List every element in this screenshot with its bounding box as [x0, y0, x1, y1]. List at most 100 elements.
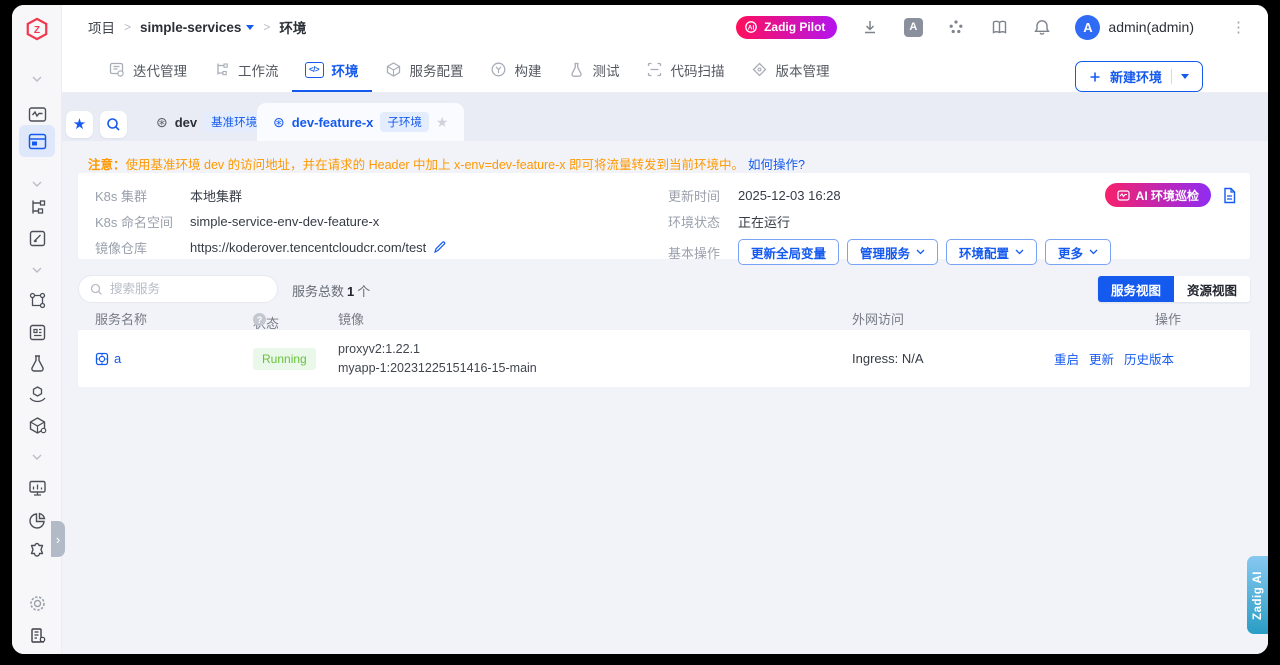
service-status-cell: Running	[253, 330, 316, 387]
tab-version-management[interactable]: 版本管理	[738, 49, 843, 92]
button-label: 管理服务	[860, 243, 910, 262]
view-toggle: 服务视图 资源视图	[1098, 276, 1250, 302]
apps-dots-icon[interactable]	[946, 17, 966, 37]
ingress-value: Ingress: N/A	[852, 351, 924, 366]
service-search-input[interactable]	[110, 282, 260, 296]
zadig-logo-icon[interactable]: Z	[25, 17, 49, 41]
tab-tests[interactable]: 测试	[555, 49, 633, 92]
zadig-ai-assistant-tab[interactable]: Zadig AI	[1247, 556, 1268, 634]
sidebar-expand-handle[interactable]	[51, 521, 65, 557]
image-registry-value: https://koderover.tencentcloudcr.com/tes…	[190, 240, 426, 255]
column-service-name: 服务名称	[95, 309, 147, 328]
sidebar-group-chevron-icon[interactable]	[25, 445, 49, 469]
notifications-bell-icon[interactable]	[1032, 17, 1052, 37]
tab-builds[interactable]: 构建	[477, 49, 555, 92]
ai-env-inspection-button[interactable]: AI 环境巡检	[1105, 183, 1211, 207]
service-total: 服务总数1个	[292, 281, 370, 300]
chevron-down-icon	[1015, 249, 1024, 255]
star-icon: ★	[73, 117, 86, 132]
download-icon[interactable]	[860, 17, 880, 37]
help-question-icon[interactable]: ?	[253, 313, 266, 326]
env-tab-dev-feature-x[interactable]: ⊛ dev-feature-x 子环境 ★	[257, 103, 464, 141]
code-scan-icon	[646, 61, 663, 78]
favorite-star-icon[interactable]: ★	[436, 115, 449, 129]
view-label: 资源视图	[1187, 280, 1237, 299]
update-global-vars-button[interactable]: 更新全局变量	[738, 239, 839, 265]
zadig-ai-label: Zadig AI	[1252, 571, 1264, 620]
tab-environments[interactable]: 环境	[292, 49, 372, 92]
breadcrumb: 项目 > simple-services > 环境	[88, 17, 306, 37]
breadcrumb-project-dropdown[interactable]: simple-services	[140, 20, 254, 35]
breadcrumb-root[interactable]: 项目	[88, 17, 115, 37]
tab-label: 代码扫描	[671, 60, 725, 80]
service-search[interactable]	[78, 275, 278, 303]
sidebar-item-test-plan-icon[interactable]	[25, 226, 49, 250]
history-action[interactable]: 历史版本	[1124, 349, 1174, 368]
env-tab-name: dev	[175, 115, 197, 130]
sidebar-item-settings-icon[interactable]	[25, 591, 49, 615]
zadig-pilot-button[interactable]: AI Zadig Pilot	[736, 16, 837, 39]
k8s-namespace-label: K8s 命名空间	[95, 212, 190, 231]
report-document-icon[interactable]	[1221, 187, 1238, 204]
avatar: A	[1075, 15, 1100, 40]
basic-ops-label: 基本操作	[668, 243, 738, 262]
resource-view-button[interactable]: 资源视图	[1174, 276, 1250, 302]
sidebar-item-insight-icon[interactable]	[25, 102, 49, 126]
service-name-link[interactable]: a	[95, 330, 121, 387]
tab-label: 环境	[332, 60, 359, 80]
service-total-label: 服务总数	[292, 284, 344, 299]
env-tab-name: dev-feature-x	[292, 115, 374, 130]
tab-label: 服务配置	[410, 60, 464, 80]
user-menu[interactable]: A admin(admin)	[1075, 15, 1194, 40]
update-time-label: 更新时间	[668, 186, 738, 205]
sidebar-item-services-icon[interactable]	[25, 288, 49, 312]
tab-service-config[interactable]: 服务配置	[372, 49, 477, 92]
service-images-cell: proxyv2:1.22.1 myapp-1:20231225151416-15…	[338, 330, 537, 387]
sidebar-group-chevron-icon[interactable]	[25, 258, 49, 282]
sidebar-group-chevron-icon[interactable]	[25, 67, 49, 91]
k8s-cluster-label: K8s 集群	[95, 186, 190, 205]
sidebar-item-plugins-icon[interactable]	[25, 539, 49, 563]
sidebar-item-environments-icon[interactable]	[25, 129, 49, 153]
search-environments-button[interactable]	[100, 111, 127, 138]
restart-action[interactable]: 重启	[1054, 349, 1079, 368]
plus-icon	[1089, 71, 1101, 83]
sidebar-item-efficiency-icon[interactable]	[25, 508, 49, 532]
more-options-icon[interactable]: ⋮	[1231, 18, 1246, 36]
tab-iteration-management[interactable]: 迭代管理	[95, 49, 200, 92]
sidebar-item-organization-icon[interactable]	[25, 623, 49, 647]
test-flask-icon	[568, 61, 585, 78]
button-label: 更多	[1058, 243, 1083, 262]
translate-icon[interactable]: A	[903, 17, 923, 37]
notice-how-to-link[interactable]: 如何操作?	[748, 158, 805, 172]
notice-text: 使用基准环境 dev 的访问地址，并在请求的 Header 中加上 x-env=…	[126, 158, 745, 172]
main-area: 项目 > simple-services > 环境 AI Zadig Pilot	[62, 5, 1268, 654]
update-action[interactable]: 更新	[1089, 349, 1114, 368]
manage-services-button[interactable]: 管理服务	[847, 239, 938, 265]
pilot-ai-icon: AI	[744, 20, 758, 34]
breadcrumb-project-label: simple-services	[140, 20, 241, 35]
image-registry-label: 镜像仓库	[95, 238, 190, 257]
tab-workflows[interactable]: 工作流	[200, 49, 292, 92]
more-actions-button[interactable]: 更多	[1045, 239, 1111, 265]
service-total-unit: 个	[357, 284, 370, 299]
service-actions-cell: 重启 更新 历史版本	[1054, 330, 1174, 387]
project-nav: 迭代管理 工作流 环境 服务配置 构建 测试	[62, 49, 1268, 93]
env-config-button[interactable]: 环境配置	[946, 239, 1037, 265]
sidebar-group-chevron-icon[interactable]	[25, 172, 49, 196]
sidebar-item-delivery-icon[interactable]	[25, 382, 49, 406]
tab-code-scan[interactable]: 代码扫描	[633, 49, 738, 92]
favorite-filter-button[interactable]: ★	[66, 111, 93, 138]
sidebar-item-dashboard-icon[interactable]	[25, 476, 49, 500]
service-view-button[interactable]: 服务视图	[1098, 276, 1174, 302]
sidebar-item-templates-icon[interactable]	[25, 320, 49, 344]
environment-info-card: K8s 集群 本地集群 K8s 命名空间 simple-service-env-…	[78, 173, 1250, 259]
sidebar-item-artifacts-icon[interactable]	[25, 413, 49, 437]
docs-book-icon[interactable]	[989, 17, 1009, 37]
breadcrumb-page: 环境	[279, 17, 306, 37]
new-environment-button[interactable]: 新建环境	[1075, 61, 1203, 92]
button-label: 环境配置	[959, 243, 1009, 262]
sidebar-item-workflows-icon[interactable]	[25, 195, 49, 219]
edit-pencil-icon[interactable]	[433, 241, 446, 254]
sidebar-item-testing-icon[interactable]	[25, 351, 49, 375]
